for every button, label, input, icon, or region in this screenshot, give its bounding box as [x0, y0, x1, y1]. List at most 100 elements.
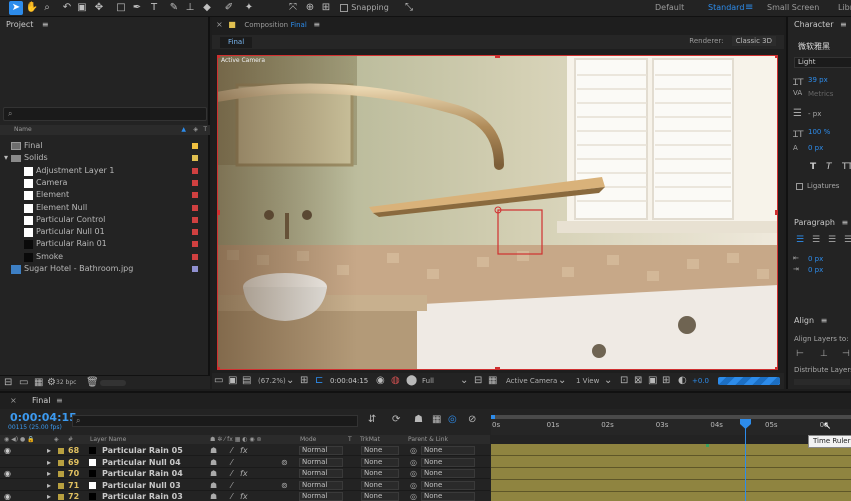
indent-left-value[interactable]: 0 px — [808, 255, 823, 263]
interpret-footage-icon[interactable]: ⊟ — [4, 376, 12, 390]
exposure-reset-icon[interactable]: ◐ — [678, 374, 687, 388]
project-item[interactable]: Smoke — [0, 251, 210, 263]
pick-whip-icon[interactable]: ◎ — [410, 468, 417, 479]
project-item[interactable]: Element Null — [0, 202, 210, 214]
selection-tool-icon[interactable]: ➤ — [9, 1, 23, 15]
project-item[interactable]: Adjustment Layer 1 — [0, 165, 210, 177]
layer-row[interactable]: ◉ ▸ 68 Particular Rain 05 ☗ ⁄ fx Normal None ◎ Non… — [0, 445, 490, 456]
hide-shy-layers-icon[interactable]: ☗ — [414, 413, 423, 427]
project-scroll-slider[interactable] — [100, 380, 126, 386]
zoom-tool-icon[interactable]: ⌕ — [40, 1, 54, 15]
rectangle-tool-icon[interactable]: □ — [114, 1, 128, 15]
3d-layer-switch-icon[interactable]: ⊚ — [281, 480, 288, 491]
label-color-swatch[interactable] — [192, 192, 198, 199]
column-trkmat-label[interactable]: TrkMat — [360, 435, 380, 444]
lock-icon[interactable]: ■ — [228, 20, 236, 29]
layer-name[interactable]: Particular Rain 03 — [102, 491, 183, 501]
roto-brush-tool-icon[interactable]: ✐ — [222, 1, 236, 15]
close-icon[interactable]: × — [216, 20, 223, 29]
draft-3d-toggle-icon[interactable]: ⟳ — [392, 413, 400, 427]
label-color-swatch[interactable] — [58, 471, 64, 477]
work-area-start-handle[interactable] — [491, 415, 495, 419]
effects-switch-icon[interactable]: fx — [240, 491, 248, 501]
renderer-control[interactable]: Renderer: Classic 3D — [689, 36, 776, 46]
3d-layer-switch-icon[interactable]: ⊚ — [281, 457, 288, 468]
layer-name[interactable]: Particular Rain 05 — [102, 445, 183, 456]
composition-title-prefix[interactable]: Composition — [244, 21, 288, 29]
align-horizontal-center-icon[interactable]: ⊥ — [820, 349, 828, 359]
blend-mode-dropdown[interactable]: Normal — [299, 469, 343, 478]
shy-switch-icon[interactable]: ☗ — [210, 457, 217, 468]
project-panel-title[interactable]: Project — [6, 20, 33, 29]
composition-title-name[interactable]: Final — [291, 21, 307, 29]
column-mode-label[interactable]: Mode — [300, 435, 316, 444]
visibility-eye-icon[interactable]: ◉ — [4, 491, 11, 501]
project-item[interactable]: ▾ Solids — [0, 152, 210, 164]
pick-whip-icon[interactable]: ◎ — [410, 457, 417, 468]
keyframe-marker[interactable] — [706, 444, 709, 447]
fast-previews-icon[interactable]: ⊟ — [474, 374, 482, 388]
viewer-timecode[interactable]: 0:00:04:15 — [330, 373, 368, 389]
flowchart-icon[interactable]: ⊞ — [662, 374, 670, 388]
stroke-width-value[interactable]: - px — [808, 110, 821, 118]
panel-menu-icon[interactable]: ≡ — [56, 396, 63, 405]
paragraph-panel-title[interactable]: Paragraph — [794, 218, 835, 227]
blend-mode-dropdown[interactable]: Normal — [299, 457, 343, 467]
3d-view-icon[interactable]: ⊠ — [634, 374, 642, 388]
label-color-swatch[interactable] — [58, 448, 64, 454]
timeline-search-input[interactable]: ⌕ — [72, 415, 358, 427]
pick-whip-icon[interactable]: ◎ — [410, 445, 417, 456]
align-right-edges-icon[interactable]: ⊣ — [842, 349, 850, 359]
expand-layer-icon[interactable]: ▸ — [47, 445, 51, 456]
renderer-value[interactable]: Classic 3D — [731, 36, 776, 46]
delete-icon[interactable]: 🗑 — [86, 376, 99, 390]
project-item[interactable]: Particular Control — [0, 214, 210, 226]
layer-name[interactable]: Particular Rain 04 — [102, 468, 183, 479]
project-item[interactable]: Sugar Hotel - Bathroom.jpg — [0, 263, 210, 275]
faux-bold-icon[interactable]: T — [810, 162, 816, 172]
label-tag-icon[interactable]: ◈ — [54, 435, 59, 444]
label-color-swatch[interactable] — [192, 253, 198, 260]
project-item[interactable]: Particular Rain 01 — [0, 238, 210, 250]
sort-up-icon[interactable]: ▲ — [181, 125, 186, 135]
project-item[interactable]: Particular Null 01 — [0, 226, 210, 238]
quality-switch-icon[interactable]: ⁄ — [231, 480, 232, 491]
grid-icon[interactable]: ⊞ — [300, 374, 308, 388]
column-hash-label[interactable]: # — [68, 435, 73, 444]
current-time-display[interactable]: 0:00:04:15 — [10, 411, 77, 424]
label-color-swatch[interactable] — [58, 459, 64, 466]
transparency-grid-icon[interactable]: ▦ — [488, 374, 497, 388]
project-settings-icon[interactable]: ⚙ — [47, 376, 56, 390]
new-composition-icon[interactable]: ▦ — [34, 376, 43, 390]
camera-tool-icon[interactable]: ▣ — [75, 1, 89, 15]
layer-row[interactable]: ▸ 69 Particular Null 04 ☗ ⁄ ⊚ Normal None ◎ None — [0, 457, 490, 468]
label-color-swatch[interactable] — [192, 167, 198, 174]
switches-icons[interactable]: ☗ ✲ ⁄ fx ▦ ◐ ◉ ⊚ — [210, 435, 262, 444]
label-color-swatch[interactable] — [192, 241, 198, 248]
faux-italic-icon[interactable]: T — [826, 162, 832, 172]
workspace-default[interactable]: Default — [655, 3, 684, 12]
track-matte-dropdown[interactable]: None — [361, 457, 399, 467]
column-parent-label[interactable]: Parent & Link — [408, 435, 448, 444]
align-right-icon[interactable]: ☰ — [828, 235, 836, 245]
align-left-icon[interactable]: ☰ — [796, 235, 804, 245]
time-ruler[interactable]: 0s 01s 02s 03s 04s 05s 06 — [491, 415, 851, 435]
expand-layer-icon[interactable]: ▸ — [47, 457, 51, 468]
composition-tab-final[interactable]: Final — [220, 37, 253, 48]
label-color-swatch[interactable] — [192, 266, 198, 272]
blend-mode-dropdown[interactable]: Normal — [299, 480, 343, 490]
parent-dropdown[interactable]: None — [421, 469, 475, 478]
effects-switch-icon[interactable]: fx — [240, 445, 248, 456]
panel-menu-icon[interactable]: ≡ — [821, 316, 828, 325]
parent-dropdown[interactable]: None — [421, 446, 475, 455]
chevron-down-icon[interactable]: ⌄ — [604, 374, 612, 388]
work-area-bar[interactable] — [491, 415, 851, 419]
align-panel-title[interactable]: Align — [794, 316, 814, 325]
label-color-swatch[interactable] — [192, 179, 198, 186]
expand-layer-icon[interactable]: ▸ — [47, 468, 51, 479]
visibility-eye-icon[interactable]: ◉ — [4, 468, 11, 479]
local-axis-icon[interactable]: ⤧ — [286, 1, 300, 15]
shy-switch-icon[interactable]: ☗ — [210, 491, 217, 501]
expand-layer-icon[interactable]: ▸ — [47, 480, 51, 491]
workspace-libraries[interactable]: Libr — [838, 3, 851, 12]
